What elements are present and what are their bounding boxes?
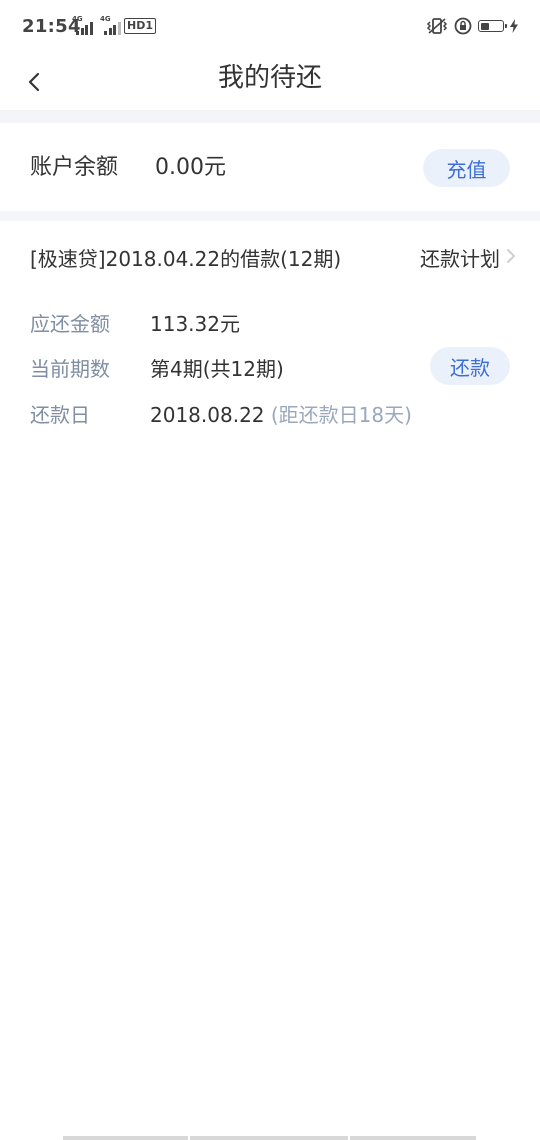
loan-title: [极速贷]2018.04.22的借款(12期) — [30, 247, 342, 271]
status-bar: 21:54 4G 4G HD1 — [0, 0, 540, 54]
gesture-bar-center — [190, 1136, 348, 1140]
current-period-value: 第4期(共12期) — [150, 357, 284, 381]
page-title: 我的待还 — [217, 63, 322, 93]
charging-icon — [510, 19, 518, 33]
vibrate-icon — [426, 18, 448, 34]
current-period-label: 当前期数 — [30, 357, 110, 381]
nav-bar: 我的待还 — [0, 54, 540, 110]
account-balance-row: 账户余额 0.00元 充值 — [0, 123, 540, 211]
due-date-label: 还款日 — [30, 403, 90, 427]
hd-voice-icon: HD1 — [124, 18, 156, 34]
signal-sim2-icon: 4G — [100, 15, 122, 35]
chevron-right-icon — [507, 249, 515, 263]
sim1-network-label: 4G — [72, 15, 83, 23]
signal-sim1-icon: 4G — [72, 15, 94, 35]
battery-icon — [478, 20, 507, 32]
rotation-lock-icon — [454, 17, 472, 35]
section-divider — [0, 211, 540, 221]
due-date: 2018.08.22 — [150, 403, 265, 427]
balance-value: 0.00元 — [155, 155, 226, 180]
balance-label: 账户余额 — [30, 155, 119, 180]
gesture-bar-left — [63, 1136, 188, 1140]
repay-button[interactable]: 还款 — [430, 347, 510, 385]
recharge-button[interactable]: 充值 — [423, 149, 510, 187]
sim2-network-label: 4G — [100, 15, 111, 23]
section-divider — [0, 110, 540, 123]
repayment-plan-link[interactable]: 还款计划 — [420, 243, 500, 272]
days-until-due: (距还款日18天) — [270, 403, 412, 427]
amount-due-label: 应还金额 — [30, 312, 110, 336]
gesture-bar-right — [350, 1136, 476, 1140]
due-date-value: 2018.08.22 (距还款日18天) — [150, 399, 412, 428]
amount-due-value: 113.32元 — [150, 312, 240, 336]
